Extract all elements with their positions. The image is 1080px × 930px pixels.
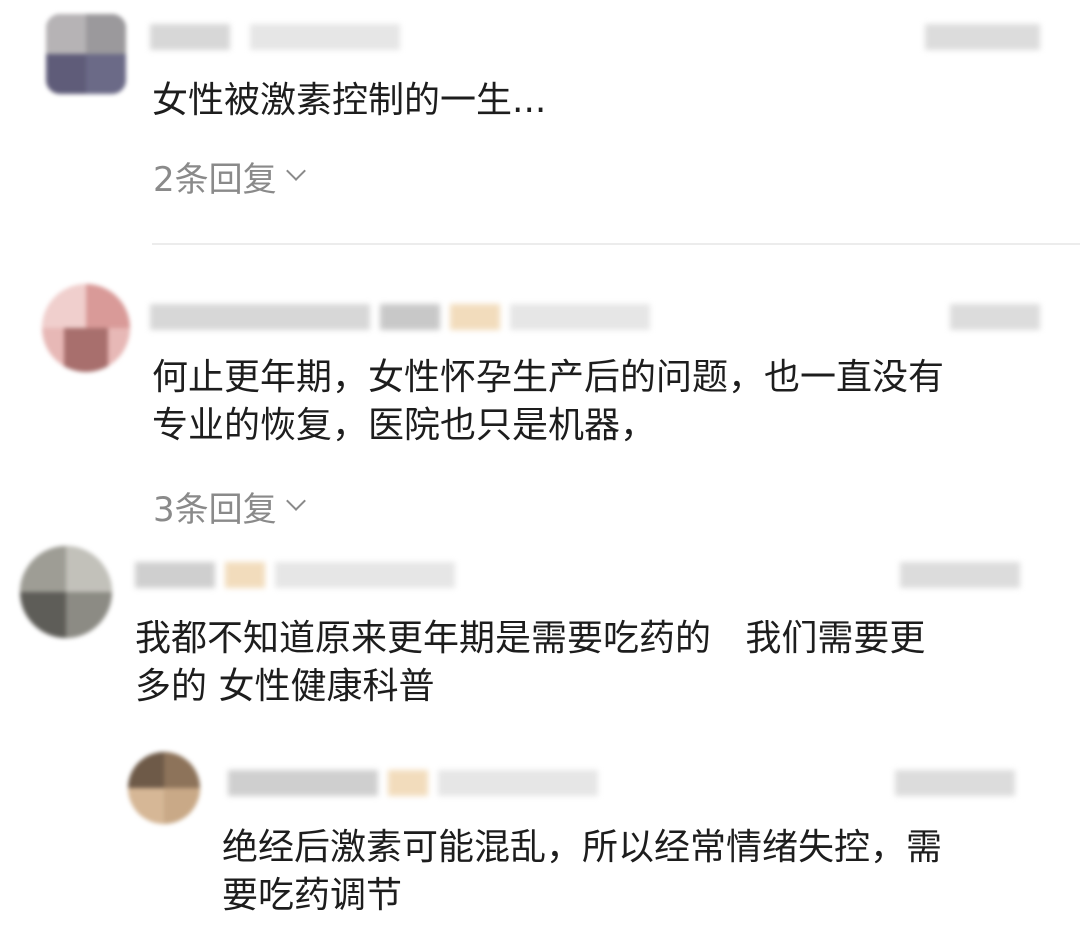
avatar[interactable] <box>20 546 112 638</box>
avatar[interactable] <box>46 14 126 94</box>
timestamp-redacted <box>895 770 1015 796</box>
avatar[interactable] <box>42 284 130 372</box>
avatar[interactable] <box>128 752 200 824</box>
chevron-down-icon <box>285 161 306 181</box>
comment-text: 女性被激素控制的一生... <box>152 80 547 121</box>
timestamp-redacted <box>950 304 1040 330</box>
comment-text: 我都不知道原来更年期是需要吃药的 我们需要更 多的 女性健康科普 <box>135 618 926 707</box>
view-replies-button[interactable]: 3条回复 <box>153 482 306 530</box>
reply-1: 绝经后激素可能混乱，所以经常情绪失控，需 要吃药调节 <box>0 740 1080 930</box>
view-replies-button[interactable]: 2条回复 <box>153 152 306 200</box>
username-redacted[interactable] <box>228 770 598 796</box>
comment-text: 绝经后激素可能混乱，所以经常情绪失控，需 要吃药调节 <box>222 827 943 916</box>
replies-label: 3条回复 <box>153 489 277 530</box>
divider <box>152 243 1080 245</box>
chevron-down-icon <box>285 491 306 511</box>
comment-1: 女性被激素控制的一生... 2条回复 <box>0 0 1080 240</box>
username-redacted[interactable] <box>150 304 650 330</box>
replies-label: 2条回复 <box>153 159 277 200</box>
comment-2: 何止更年期，女性怀孕生产后的问题，也一直没有 专业的恢复，医院也只是机器， 3条… <box>0 270 1080 540</box>
username-redacted[interactable] <box>150 24 410 50</box>
timestamp-redacted <box>925 24 1040 50</box>
timestamp-redacted <box>900 562 1020 588</box>
comment-3: 我都不知道原来更年期是需要吃药的 我们需要更 多的 女性健康科普 <box>0 540 1080 730</box>
username-redacted[interactable] <box>135 562 455 588</box>
comment-text: 何止更年期，女性怀孕生产后的问题，也一直没有 专业的恢复，医院也只是机器， <box>152 357 945 446</box>
